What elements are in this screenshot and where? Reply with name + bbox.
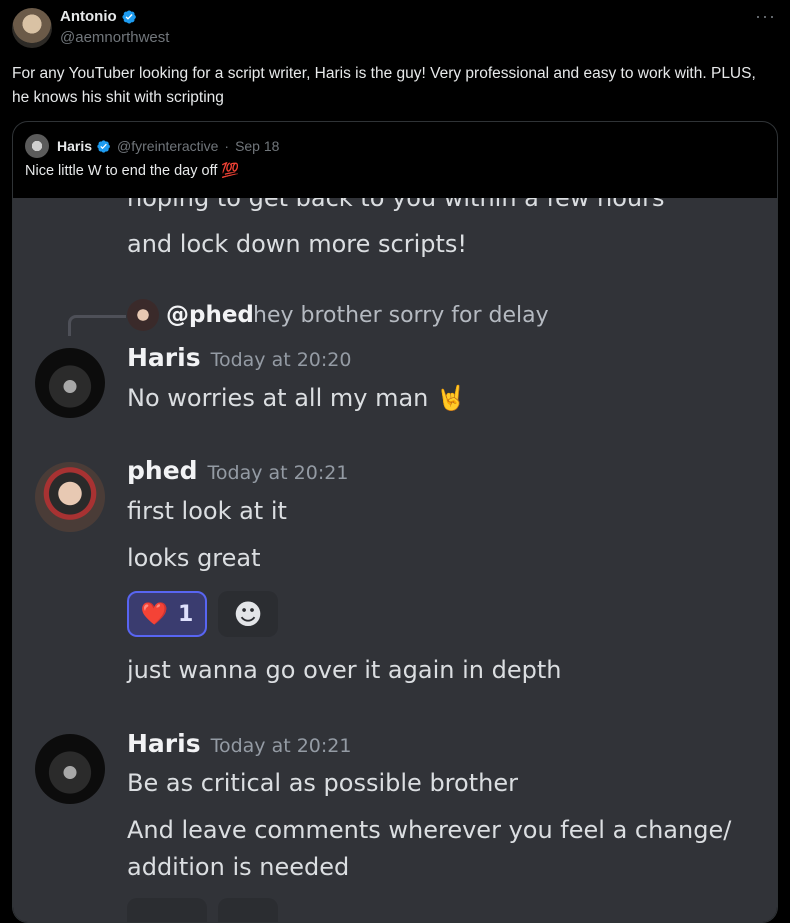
quote-date: Sep 18 <box>235 138 280 154</box>
reaction-count: 1 <box>178 601 194 627</box>
reply-username: @phed <box>166 302 254 328</box>
message-line: first look at it <box>127 497 287 525</box>
verified-badge-icon <box>122 9 136 24</box>
reaction-pill <box>127 898 207 922</box>
message-line: addition is needed <box>127 853 350 881</box>
haris-avatar <box>35 734 105 804</box>
separator-dot: · <box>224 138 230 154</box>
more-options-icon[interactable]: ··· <box>755 6 776 27</box>
discord-screenshot-image: hoping to get back to you within a few h… <box>13 198 777 922</box>
message-author: Haris Today at 20:20 <box>127 343 351 372</box>
reply-avatar <box>127 299 159 331</box>
phed-avatar <box>35 462 105 532</box>
message-author: Haris Today at 20:21 <box>127 729 351 758</box>
smiley-icon: ☻ <box>233 597 263 631</box>
verified-badge-icon <box>97 139 110 153</box>
message-line: looks great <box>127 544 261 572</box>
message-time: Today at 20:21 <box>210 735 352 757</box>
author-name: phed <box>127 456 198 485</box>
author-avatar[interactable] <box>12 8 52 48</box>
author-name-row: Antonio <box>60 8 137 25</box>
quote-author-avatar <box>25 134 49 158</box>
message-time: Today at 20:21 <box>207 462 349 484</box>
tweet-text: For any YouTuber looking for a script wr… <box>12 65 756 106</box>
quote-header: Haris @fyreinteractive · Sep 18 <box>25 134 279 158</box>
quote-text: Nice little W to end the day off 💯 <box>25 163 240 179</box>
quote-author-name: Haris <box>57 138 93 154</box>
author-name: Haris <box>127 729 201 758</box>
message-line: And leave comments wherever you feel a c… <box>127 816 732 844</box>
author-name: Haris <box>127 343 201 372</box>
message-time: Today at 20:20 <box>210 349 352 371</box>
message-line: Be as critical as possible brother <box>127 769 518 797</box>
discord-partial-line: hoping to get back to you within a few h… <box>127 198 665 212</box>
reply-connector <box>68 315 126 336</box>
message-line: No worries at all my man 🤘 <box>127 384 466 412</box>
heart-icon: ❤️ <box>140 601 169 627</box>
quoted-tweet[interactable]: Haris @fyreinteractive · Sep 18 Nice lit… <box>12 121 778 923</box>
message-line: just wanna go over it again in depth <box>127 656 562 684</box>
quote-author-handle: @fyreinteractive <box>117 138 219 154</box>
reply-preview-text: hey brother sorry for delay <box>253 303 549 328</box>
haris-avatar <box>35 348 105 418</box>
discord-line: and lock down more scripts! <box>127 230 468 258</box>
author-name[interactable]: Antonio <box>60 8 117 25</box>
message-author: phed Today at 20:21 <box>127 456 348 485</box>
author-handle[interactable]: @aemnorthwest <box>60 29 169 46</box>
reaction-pill <box>218 898 278 922</box>
heart-reaction-button: ❤️ 1 <box>127 591 207 637</box>
add-reaction-button: ☻ <box>218 591 278 637</box>
